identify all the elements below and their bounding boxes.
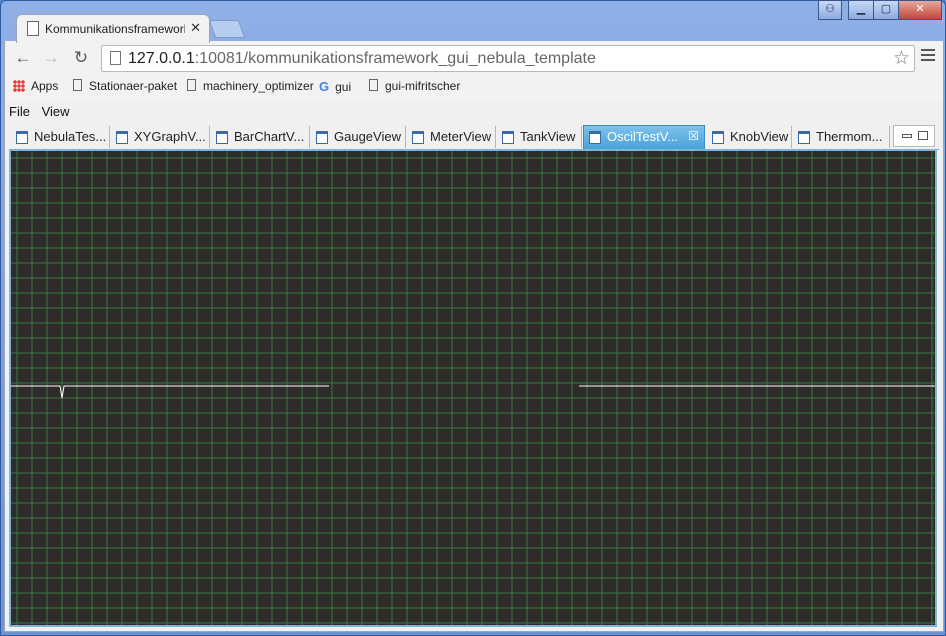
app-menu-bar: File View [9, 104, 78, 119]
maximize-button[interactable]: ▢ [873, 0, 899, 20]
web-page: File View NebulaTes... XYGraphV... BarCh… [4, 100, 944, 632]
bookmark-machinery-optimizer[interactable]: machinery_optimizer [187, 79, 314, 93]
page-icon [73, 79, 82, 91]
view-tab-strip: NebulaTes... XYGraphV... BarChartV... Ga… [9, 124, 939, 150]
bookmark-gui-mifritscher[interactable]: gui-mifritscher [369, 79, 460, 93]
tab-tank-view[interactable]: TankView [497, 126, 582, 148]
page-icon [27, 21, 39, 36]
bookmark-star-icon[interactable]: ☆ [893, 47, 910, 70]
view-icon [216, 131, 228, 144]
apps-grid-icon [13, 80, 25, 92]
tab-gauge-view[interactable]: GaugeView [311, 126, 406, 148]
view-icon [16, 131, 28, 144]
tab-knob-view[interactable]: KnobView [707, 126, 792, 148]
view-minmax-controls [893, 125, 935, 147]
back-arrow-icon[interactable]: ← [11, 47, 35, 69]
page-icon [369, 79, 378, 91]
menu-file[interactable]: File [9, 104, 30, 119]
view-icon [316, 131, 328, 144]
scope-background [11, 151, 935, 625]
oscilloscope-panel[interactable] [9, 149, 937, 627]
browser-toolbar: ← → ↻ 127.0.0.1:10081/kommunikationsfram… [4, 41, 944, 100]
browser-tab-title: Kommunikationsframework_ [45, 22, 185, 36]
tab-nebula-test[interactable]: NebulaTes... [11, 126, 110, 148]
page-icon [187, 79, 196, 91]
new-tab-button[interactable] [208, 20, 246, 38]
tab-xygraph-view[interactable]: XYGraphV... [111, 126, 210, 148]
tab-barchart-view[interactable]: BarChartV... [211, 126, 310, 148]
tab-thermometer-view[interactable]: Thermom... [793, 126, 890, 148]
bookmark-gui[interactable]: Ggui [319, 79, 351, 94]
browser-tab[interactable]: Kommunikationsframework_ ✕ [16, 14, 210, 43]
view-icon [712, 131, 724, 144]
tab-oscil-test-view[interactable]: OscilTestV... ☒ [583, 125, 705, 150]
oscilloscope-display [11, 151, 935, 625]
view-icon [412, 131, 424, 144]
url-host: 127.0.0.1 [128, 50, 195, 67]
view-icon [116, 131, 128, 144]
url-path: :10081/kommunikationsframework_gui_nebul… [194, 50, 596, 67]
reload-icon[interactable]: ↻ [69, 47, 93, 69]
bookmark-stationaer-paket[interactable]: Stationaer-paket [73, 79, 177, 93]
close-window-button[interactable]: ✕ [898, 0, 942, 20]
forward-arrow-icon[interactable]: → [39, 47, 63, 69]
menu-view[interactable]: View [42, 104, 70, 119]
close-tab-icon[interactable]: ✕ [190, 20, 201, 36]
close-view-icon[interactable]: ☒ [688, 129, 699, 143]
url-text[interactable]: 127.0.0.1:10081/kommunikationsframework_… [128, 50, 596, 68]
view-icon [589, 131, 601, 144]
bookmarks-bar: Apps Stationaer-paket machinery_optimize… [5, 75, 943, 97]
minimize-view-icon[interactable] [902, 134, 912, 138]
chrome-menu-icon[interactable] [921, 49, 935, 64]
view-icon [798, 131, 810, 144]
google-icon: G [319, 79, 330, 94]
address-bar[interactable]: 127.0.0.1:10081/kommunikationsframework_… [101, 45, 915, 72]
user-icon[interactable]: ⚇ [818, 0, 842, 20]
view-icon [502, 131, 514, 144]
title-bar: Kommunikationsframework_ ✕ ⚇ ▁ ▢ ✕ [0, 0, 946, 43]
page-icon [110, 51, 121, 65]
maximize-view-icon[interactable] [918, 131, 928, 140]
tab-meter-view[interactable]: MeterView [407, 126, 496, 148]
bookmark-apps[interactable]: Apps [13, 79, 58, 93]
minimize-button[interactable]: ▁ [848, 0, 874, 20]
